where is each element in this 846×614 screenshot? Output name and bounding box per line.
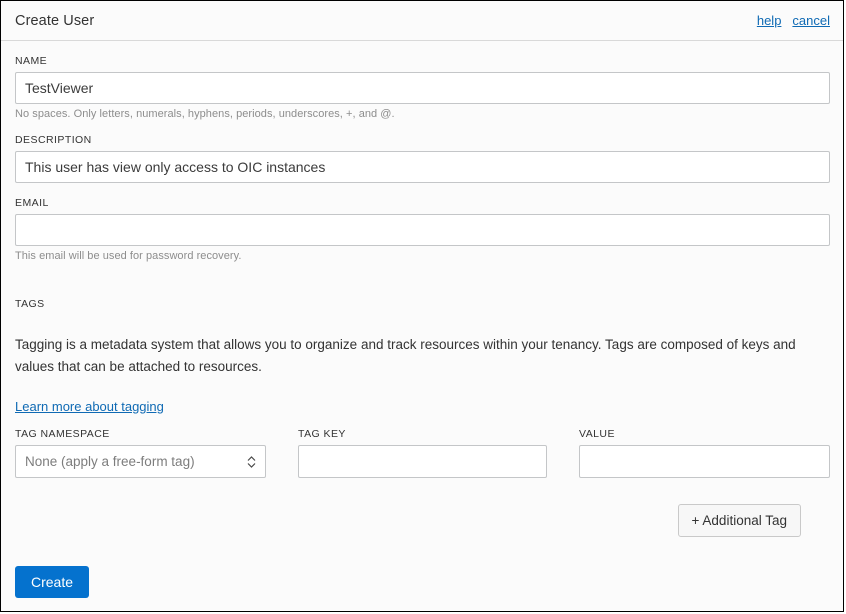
tag-key-input[interactable] xyxy=(298,445,548,478)
tag-namespace-select[interactable]: None (apply a free-form tag) xyxy=(15,445,266,478)
tag-key-label: TAG KEY xyxy=(298,428,346,440)
name-input[interactable]: TestViewer xyxy=(15,72,830,104)
email-helper-text: This email will be used for password rec… xyxy=(15,250,242,262)
dialog-body: NAME TestViewer No spaces. Only letters,… xyxy=(1,41,843,611)
email-label: EMAIL xyxy=(15,197,49,209)
tag-namespace-column: TAG NAMESPACE None (apply a free-form ta… xyxy=(15,428,266,478)
learn-more-tagging-link[interactable]: Learn more about tagging xyxy=(15,399,164,414)
email-input[interactable] xyxy=(15,214,830,246)
create-button[interactable]: Create xyxy=(15,566,90,598)
name-label: NAME xyxy=(15,55,48,67)
header-links: help cancel xyxy=(757,13,830,28)
chevron-up-down-icon xyxy=(247,455,258,469)
tags-description: Tagging is a metadata system that allows… xyxy=(15,337,796,374)
cancel-link[interactable]: cancel xyxy=(792,13,830,28)
tag-key-column: TAG KEY xyxy=(298,428,548,478)
tag-fields-row: TAG NAMESPACE None (apply a free-form ta… xyxy=(15,428,831,478)
name-helper-text: No spaces. Only letters, numerals, hyphe… xyxy=(15,108,395,120)
create-button-row: Create xyxy=(15,566,90,598)
tag-namespace-label: TAG NAMESPACE xyxy=(15,428,110,440)
help-link[interactable]: help xyxy=(757,13,782,28)
tag-value-input[interactable] xyxy=(579,445,831,478)
name-input-value: TestViewer xyxy=(25,80,94,96)
description-input-value: This user has view only access to OIC in… xyxy=(25,159,326,175)
create-user-dialog: Create User help cancel NAME TestViewer … xyxy=(0,0,844,612)
page-title: Create User xyxy=(15,12,95,29)
description-label: DESCRIPTION xyxy=(15,134,92,146)
tag-value-label: VALUE xyxy=(579,428,615,440)
spinner-arrows-icon xyxy=(247,455,256,468)
tag-namespace-selected-value: None (apply a free-form tag) xyxy=(25,454,195,469)
description-input[interactable]: This user has view only access to OIC in… xyxy=(15,151,830,183)
additional-tag-row: + Additional Tag xyxy=(15,504,830,537)
dialog-header: Create User help cancel xyxy=(1,1,843,41)
add-additional-tag-button[interactable]: + Additional Tag xyxy=(677,504,801,537)
tags-section-label: TAGS xyxy=(15,298,45,310)
tag-value-column: VALUE xyxy=(579,428,831,478)
